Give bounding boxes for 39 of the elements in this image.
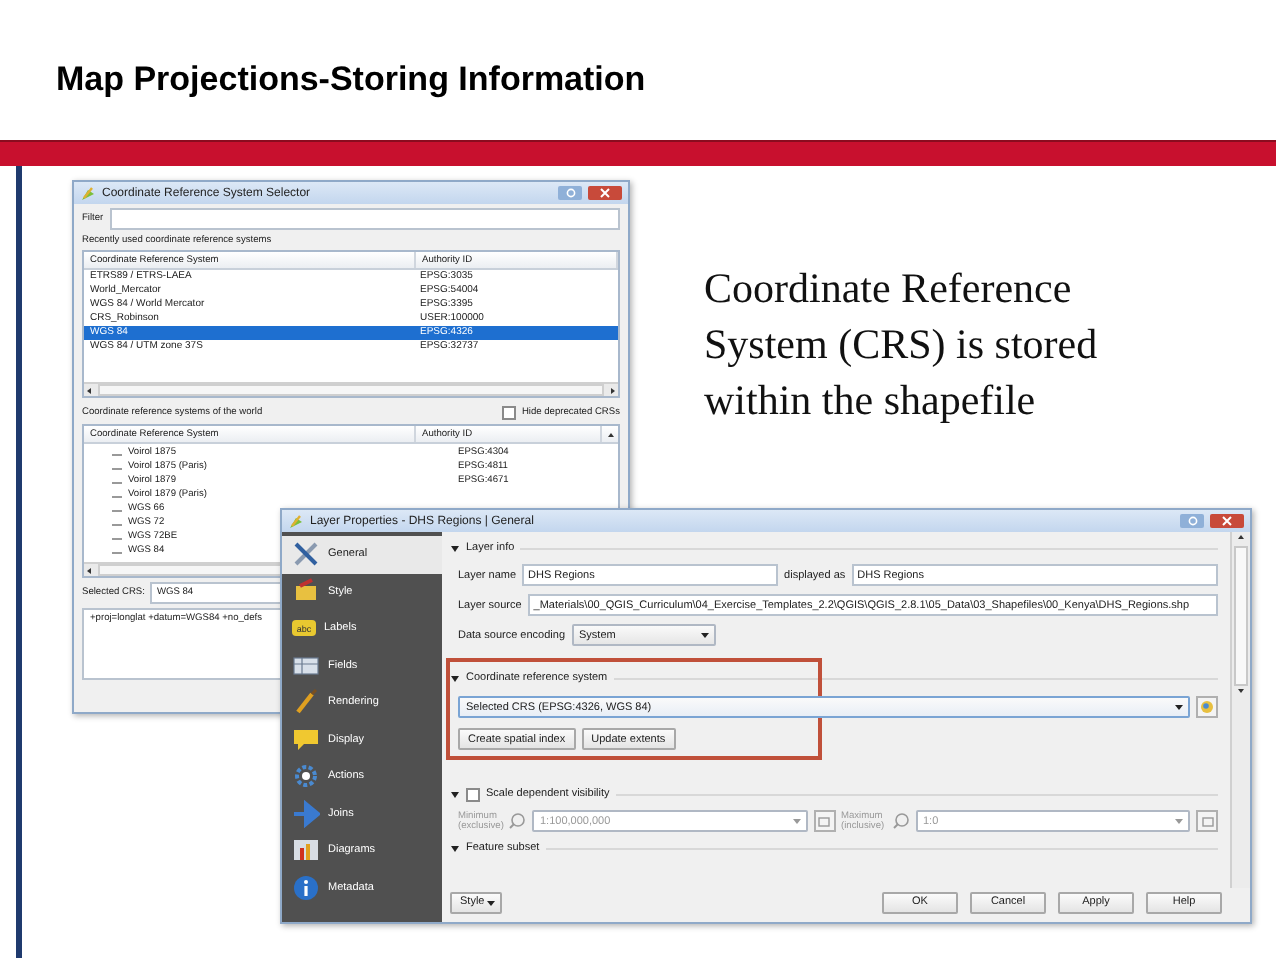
gear-icon	[292, 762, 320, 791]
scale-button[interactable]	[1196, 810, 1218, 832]
help-button[interactable]	[558, 186, 582, 200]
checkbox[interactable]	[466, 787, 480, 801]
dropdown-arrow-icon	[791, 816, 801, 826]
horizontal-scrollbar[interactable]	[84, 382, 618, 396]
table-icon	[292, 651, 320, 680]
close-button[interactable]	[1210, 514, 1244, 528]
app-icon	[288, 513, 304, 529]
arrow-left-icon	[84, 565, 94, 575]
checkbox[interactable]	[501, 406, 516, 420]
dropdown-arrow-icon	[1174, 702, 1184, 712]
close-button[interactable]	[588, 186, 622, 200]
magnifier-icon	[508, 812, 526, 830]
arrow-up-icon	[605, 429, 615, 439]
info-icon	[292, 873, 320, 902]
magnifier-icon	[891, 812, 909, 830]
slide-text: Coordinate Reference System (CRS) is stored within the shapefile	[704, 262, 1100, 428]
arrow-down-icon	[1236, 686, 1246, 696]
crs-picker-button[interactable]	[1196, 696, 1218, 718]
brush-icon	[292, 688, 320, 717]
speech-bubble-icon	[292, 725, 320, 754]
dropdown-arrow-icon	[486, 897, 496, 907]
scale-button[interactable]	[813, 810, 835, 832]
arrow-icon	[292, 799, 320, 828]
filter-field[interactable]	[109, 208, 620, 230]
close-icon	[1222, 516, 1232, 526]
app-icon	[80, 185, 96, 201]
arrow-up-icon	[1236, 532, 1246, 542]
help-button[interactable]	[1180, 514, 1204, 528]
dropdown-arrow-icon	[1174, 816, 1184, 826]
close-icon	[600, 188, 610, 198]
arrow-left-icon	[84, 385, 94, 395]
globe-icon	[1200, 700, 1214, 714]
arrow-right-icon	[608, 385, 618, 395]
vertical-scrollbar[interactable]	[1230, 532, 1250, 888]
slide-title: Map Projections-Storing Information	[56, 60, 646, 100]
chart-icon	[292, 836, 320, 865]
dropdown-arrow-icon	[699, 630, 710, 640]
